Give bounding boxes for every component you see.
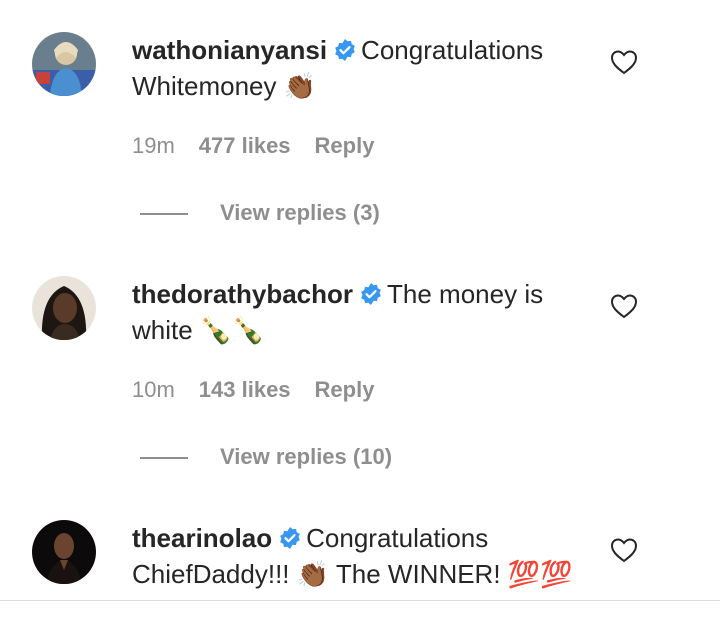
view-replies-button[interactable]: View replies (10) — [140, 442, 392, 472]
comment-text: thearinolao Congratulations ChiefDaddy!!!… — [132, 520, 592, 592]
view-replies-label: View replies (3) — [220, 200, 380, 225]
avatar[interactable] — [32, 32, 96, 96]
comment-meta: 10m 143 likes Reply — [132, 375, 374, 405]
view-replies-label: View replies (10) — [220, 444, 393, 469]
comment-body-line1: The money is — [387, 279, 544, 309]
comment-text: thedorathybachor The money is white 🍾🍾 — [132, 276, 592, 348]
comment-meta: 19m 477 likes Reply — [132, 131, 374, 161]
comment-body-line1: Congratulations — [306, 523, 489, 553]
comment-body-line2: ChiefDaddy!!! 👏🏾 The WINNER! 💯💯 — [132, 559, 573, 589]
comment-body-line2: Whitemoney 👏🏾 — [132, 71, 317, 101]
like-heart-icon[interactable] — [610, 49, 638, 75]
comment-username[interactable]: wathonianyansi — [132, 35, 327, 65]
verified-badge-icon — [361, 283, 381, 305]
comment-body-line1: Congratulations — [361, 35, 544, 65]
comment-username[interactable]: thedorathybachor — [132, 279, 353, 309]
replies-divider — [140, 457, 188, 460]
comment-likes[interactable]: 477 likes — [199, 133, 291, 158]
comment-time: 10m — [132, 377, 175, 402]
reply-button[interactable]: Reply — [315, 133, 375, 158]
view-replies-button[interactable]: View replies (3) — [140, 198, 380, 228]
reply-button[interactable]: Reply — [315, 377, 375, 402]
comment-body-line2: white 🍾🍾 — [132, 315, 265, 345]
replies-divider — [140, 213, 188, 216]
like-heart-icon[interactable] — [610, 537, 638, 563]
avatar[interactable] — [32, 276, 96, 340]
avatar[interactable] — [32, 520, 96, 584]
avatar-icon — [32, 276, 96, 340]
avatar-icon — [32, 32, 96, 96]
avatar-icon — [32, 520, 96, 584]
comment-likes[interactable]: 143 likes — [199, 377, 291, 402]
comment-time: 19m — [132, 133, 175, 158]
like-heart-icon[interactable] — [610, 293, 638, 319]
verified-badge-icon — [280, 527, 300, 549]
comment-username[interactable]: thearinolao — [132, 523, 272, 553]
comment-text: wathonianyansi Congratulations Whitemoney… — [132, 32, 592, 104]
verified-badge-icon — [335, 39, 355, 61]
bottom-bar — [0, 600, 720, 623]
